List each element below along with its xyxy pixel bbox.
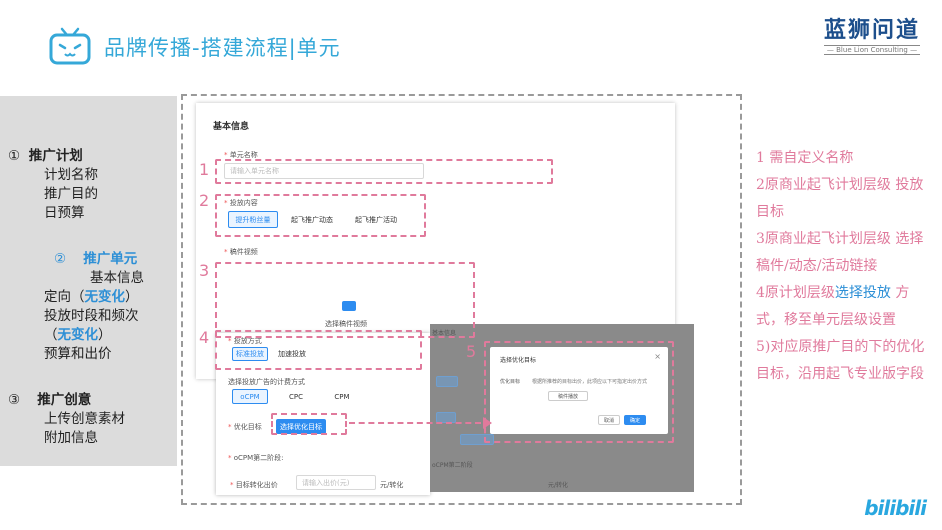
brand-logo: 蓝狮问道 — Blue Lion Consulting — (823, 12, 920, 55)
section-1-items: 计划名称 推广目的 日预算 (44, 166, 98, 223)
backdrop-text: oCPM第二阶段 (432, 462, 473, 469)
brand-name: 蓝狮问道 (823, 17, 920, 43)
video-label: * 稿件视频 (224, 248, 258, 256)
ocpm-stage-label: * oCPM第二阶段: (228, 454, 284, 462)
note-3: 3原商业起飞计划层级 选择稿件/动态/活动链接 (756, 231, 924, 274)
target-cost-input[interactable]: 请输入出价(元) (296, 475, 376, 490)
backdrop-button (436, 376, 458, 387)
marker-3: 3 (199, 261, 210, 280)
section-2-item: 预算和出价 (44, 346, 112, 362)
section-1-item: 推广目的 (44, 186, 98, 202)
note-2: 2原商业起飞计划层级 投放目标 (756, 177, 924, 220)
note-4: 4原计划层级选择投放 方式，移至单元层级设置 (756, 285, 910, 328)
section-2-item: （无变化） (44, 327, 112, 343)
bilibili-tv-icon (48, 26, 92, 66)
bid-cpc[interactable]: CPC (278, 389, 314, 404)
highlight-goal-modal (484, 341, 674, 443)
marker-2: 2 (199, 191, 210, 210)
bilibili-logo: bilibili (864, 496, 927, 520)
section-2-item: 定向（无变化） (44, 289, 139, 305)
brand-subtitle: — Blue Lion Consulting — (823, 45, 920, 55)
form-title: 基本信息 (213, 122, 250, 132)
bid-method-label: 选择投放广告的计费方式 (228, 378, 305, 386)
goal-label: * 优化目标 (228, 423, 262, 431)
note-5: 5)对应原推广目的下的优化目标，沿用起飞专业版字段 (756, 339, 925, 382)
section-2-heading: ② 推广单元 (54, 251, 138, 267)
section-1-item: 日预算 (44, 205, 85, 221)
arrow-line (349, 422, 481, 424)
arrow-head-icon (483, 417, 492, 429)
section-1-item: 计划名称 (44, 167, 98, 183)
highlight-content (215, 194, 426, 237)
note-1: 1 需自定义名称 (756, 150, 854, 166)
section-3-item: 附加信息 (44, 430, 98, 446)
marker-4: 4 (199, 328, 210, 347)
bid-cpm[interactable]: CPM (324, 389, 360, 404)
section-1-heading: ① 推广计划 (8, 148, 83, 164)
highlight-unit-name (215, 159, 553, 184)
highlight-video (215, 262, 475, 338)
highlight-delivery (215, 330, 422, 370)
section-3-items: 上传创意素材 附加信息 (44, 410, 125, 448)
target-cost-unit: 元/转化 (380, 481, 404, 489)
notes-panel: 1 需自定义名称 2原商业起飞计划层级 投放目标 3原商业起飞计划层级 选择稿件… (756, 145, 932, 388)
section-3-heading: ③ 推广创意 (8, 392, 92, 408)
section-2-item: 投放时段和频次 (44, 308, 139, 324)
marker-1: 1 (199, 160, 210, 179)
bid-ocpm[interactable]: oCPM (232, 389, 268, 404)
section-2-item: 基本信息 (90, 270, 144, 286)
target-cost-label: * 目标转化出价 (230, 481, 278, 489)
marker-5: 5 (466, 342, 477, 361)
slide-title: 品牌传播-搭建流程|单元 (104, 36, 341, 60)
backdrop-text: 元/转化 (548, 482, 569, 489)
section-3-item: 上传创意素材 (44, 411, 125, 427)
highlight-goal-button (271, 413, 347, 435)
